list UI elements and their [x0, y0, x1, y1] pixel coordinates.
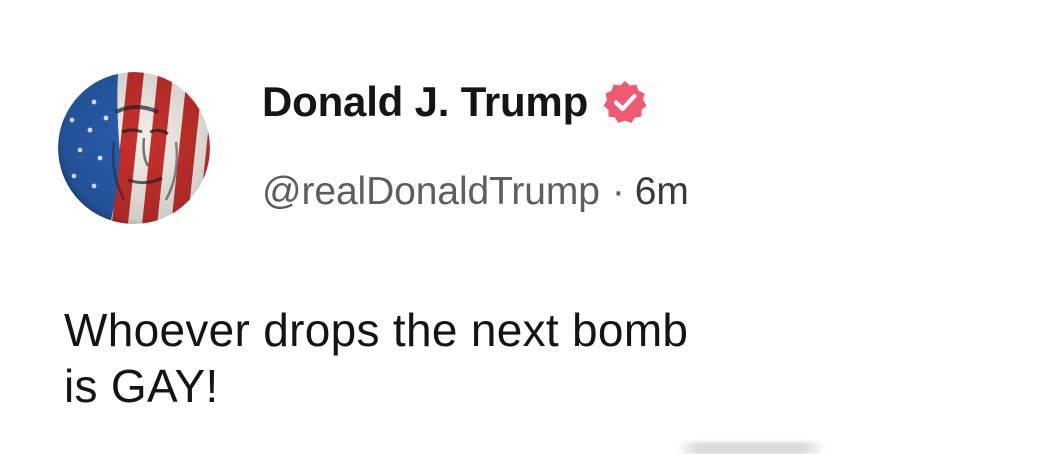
post-body-line: Whoever drops the next bomb — [64, 304, 689, 356]
author-name-row: Donald J. Trump — [262, 74, 648, 130]
author-display-name[interactable]: Donald J. Trump — [262, 78, 588, 126]
watermark-smudge — [676, 442, 826, 454]
post-card: Donald J. Trump @realDonaldTrump · 6m Whoe… — [0, 0, 1064, 454]
post-body-line: is GAY! — [64, 360, 219, 412]
post-meta: @realDonaldTrump · 6m — [262, 170, 689, 214]
verified-badge-icon — [602, 79, 648, 125]
post-body: Whoever drops the next bomb is GAY! — [64, 302, 1024, 414]
meta-separator: · — [611, 170, 625, 213]
post-timestamp[interactable]: 6m — [635, 170, 689, 213]
author-handle[interactable]: @realDonaldTrump — [262, 170, 600, 213]
flag-portrait-icon — [58, 72, 210, 224]
author-avatar[interactable] — [58, 72, 210, 224]
